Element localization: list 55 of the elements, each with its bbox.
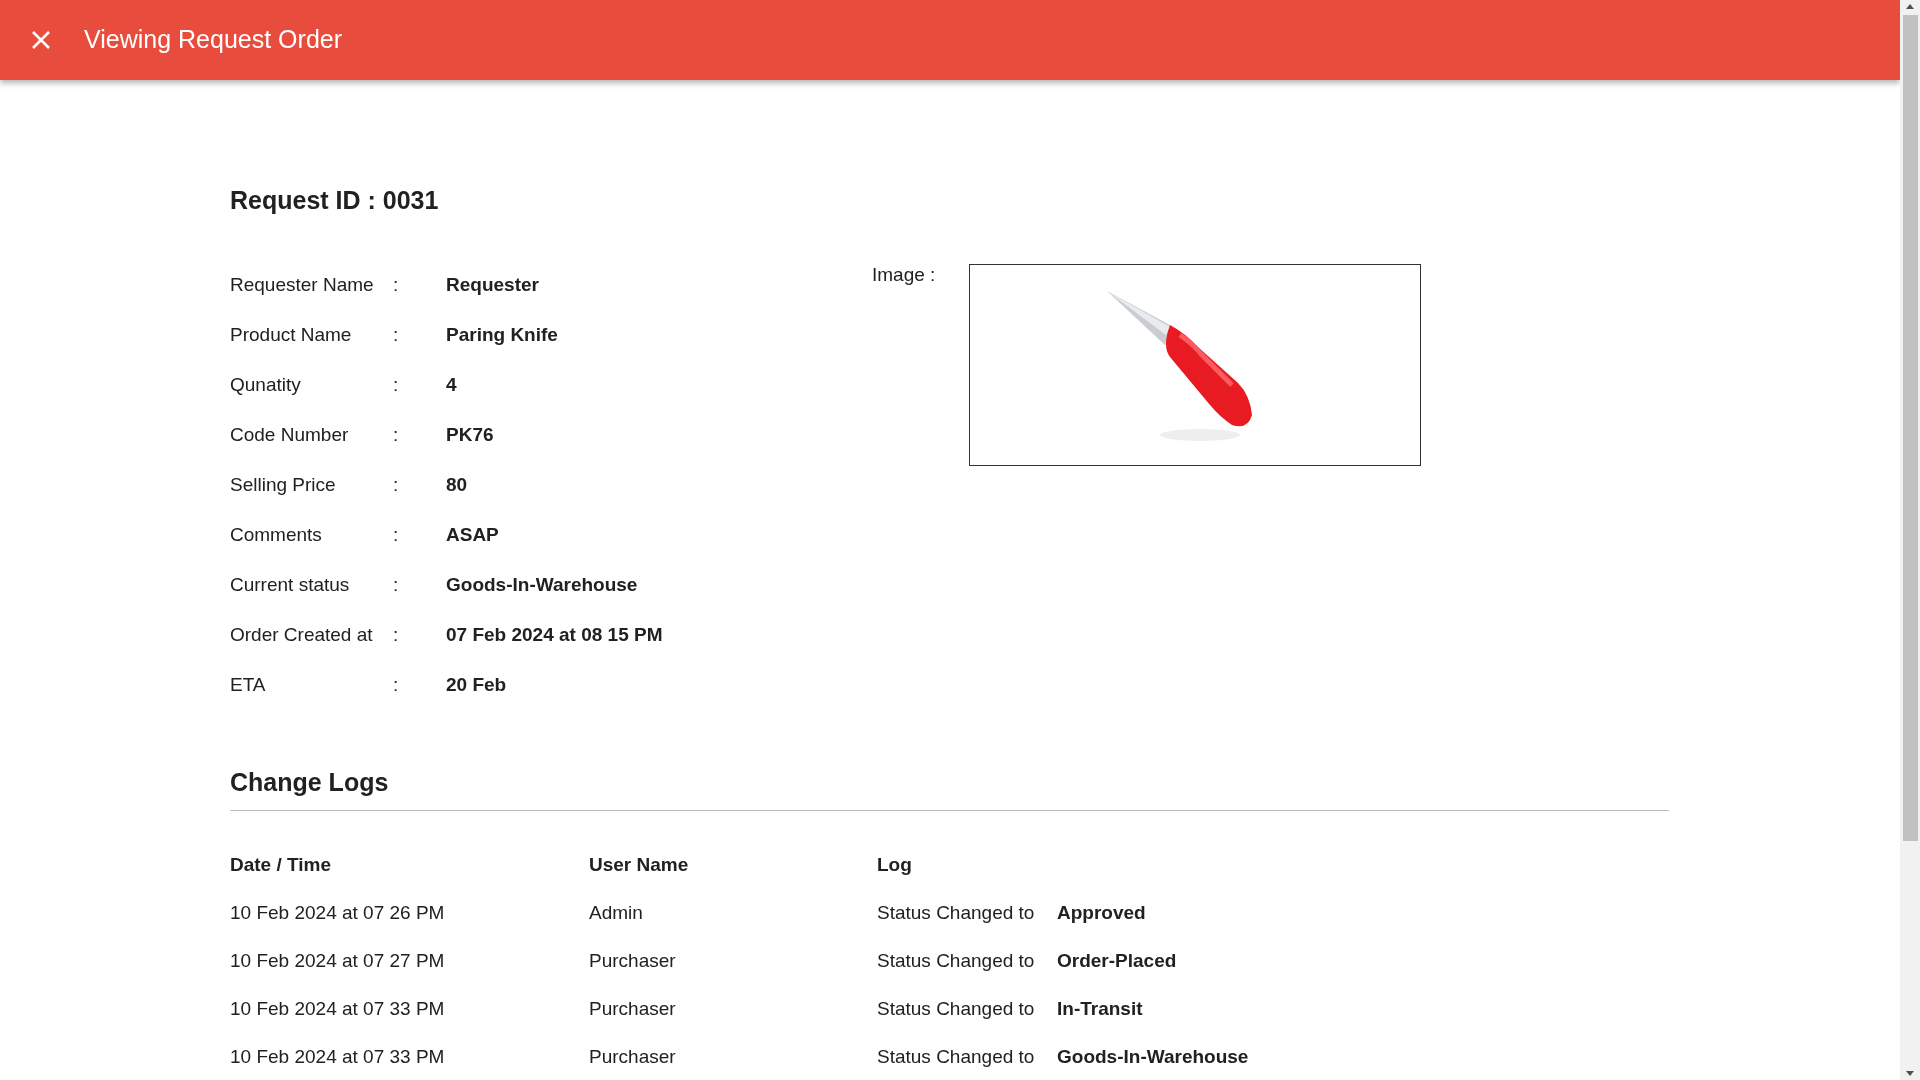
log-status: In-Transit: [1057, 996, 1143, 1021]
field-value: 20 Feb: [446, 672, 507, 697]
log-status: Goods-In-Warehouse: [1057, 1044, 1249, 1069]
field-value: 80: [446, 472, 468, 497]
log-status: Approved: [1057, 900, 1146, 925]
user-name-cell: Admin: [589, 901, 643, 923]
date-time-cell: 10 Feb 2024 at 07 27 PM: [230, 949, 445, 971]
close-icon: [31, 30, 51, 50]
log-status: Order-Placed: [1057, 948, 1177, 973]
field-label: Comments: [230, 523, 322, 545]
field-separator: :: [393, 373, 399, 395]
field-separator: :: [393, 573, 399, 595]
column-header: Log: [877, 853, 912, 875]
field-label: Requester Name: [230, 273, 374, 295]
field-separator: :: [393, 423, 399, 445]
user-name-cell: Purchaser: [589, 997, 676, 1019]
scroll-up-icon: [1906, 4, 1914, 9]
request-id-heading: Request ID : 0031: [230, 185, 439, 216]
log-text: Status Changed to: [877, 901, 1035, 923]
field-label: Current status: [230, 573, 350, 595]
field-value: Requester: [446, 272, 539, 297]
section-heading: Change Logs: [230, 767, 389, 798]
field-label: Product Name: [230, 323, 352, 345]
field-label: Selling Price: [230, 473, 336, 495]
field-value: 4: [446, 372, 457, 397]
log-text: Status Changed to: [877, 949, 1035, 971]
log-text: Status Changed to: [877, 997, 1035, 1019]
scrollbar-thumb[interactable]: [1902, 15, 1918, 841]
log-text: Status Changed to: [877, 1045, 1035, 1067]
date-time-cell: 10 Feb 2024 at 07 33 PM: [230, 997, 445, 1019]
date-time-cell: 10 Feb 2024 at 07 33 PM: [230, 1045, 445, 1067]
date-time-cell: 10 Feb 2024 at 07 26 PM: [230, 901, 445, 923]
field-label: Code Number: [230, 423, 349, 445]
field-separator: :: [393, 673, 399, 695]
field-separator: :: [393, 623, 399, 645]
field-value: Paring Knife: [446, 322, 558, 347]
header-title: Viewing Request Order: [84, 24, 342, 56]
scroll-down-icon: [1906, 1071, 1914, 1076]
field-separator: :: [393, 273, 399, 295]
column-header: Date / Time: [230, 853, 332, 875]
user-name-cell: Purchaser: [589, 1045, 676, 1067]
field-label: ETA: [230, 673, 266, 695]
field-separator: :: [393, 323, 399, 345]
field-label: Qunatity: [230, 373, 301, 395]
column-header: User Name: [589, 853, 689, 875]
image-label: Image :: [872, 263, 937, 287]
scrollbar[interactable]: [1900, 0, 1920, 1080]
field-value: 07 Feb 2024 at 08 15 PM: [446, 622, 663, 647]
field-separator: :: [393, 473, 399, 495]
field-label: Order Created at: [230, 623, 373, 645]
field-value: PK76: [446, 422, 494, 447]
user-name-cell: Purchaser: [589, 949, 676, 971]
field-value: Goods-In-Warehouse: [446, 572, 638, 597]
field-value: ASAP: [446, 522, 499, 547]
field-separator: :: [393, 523, 399, 545]
